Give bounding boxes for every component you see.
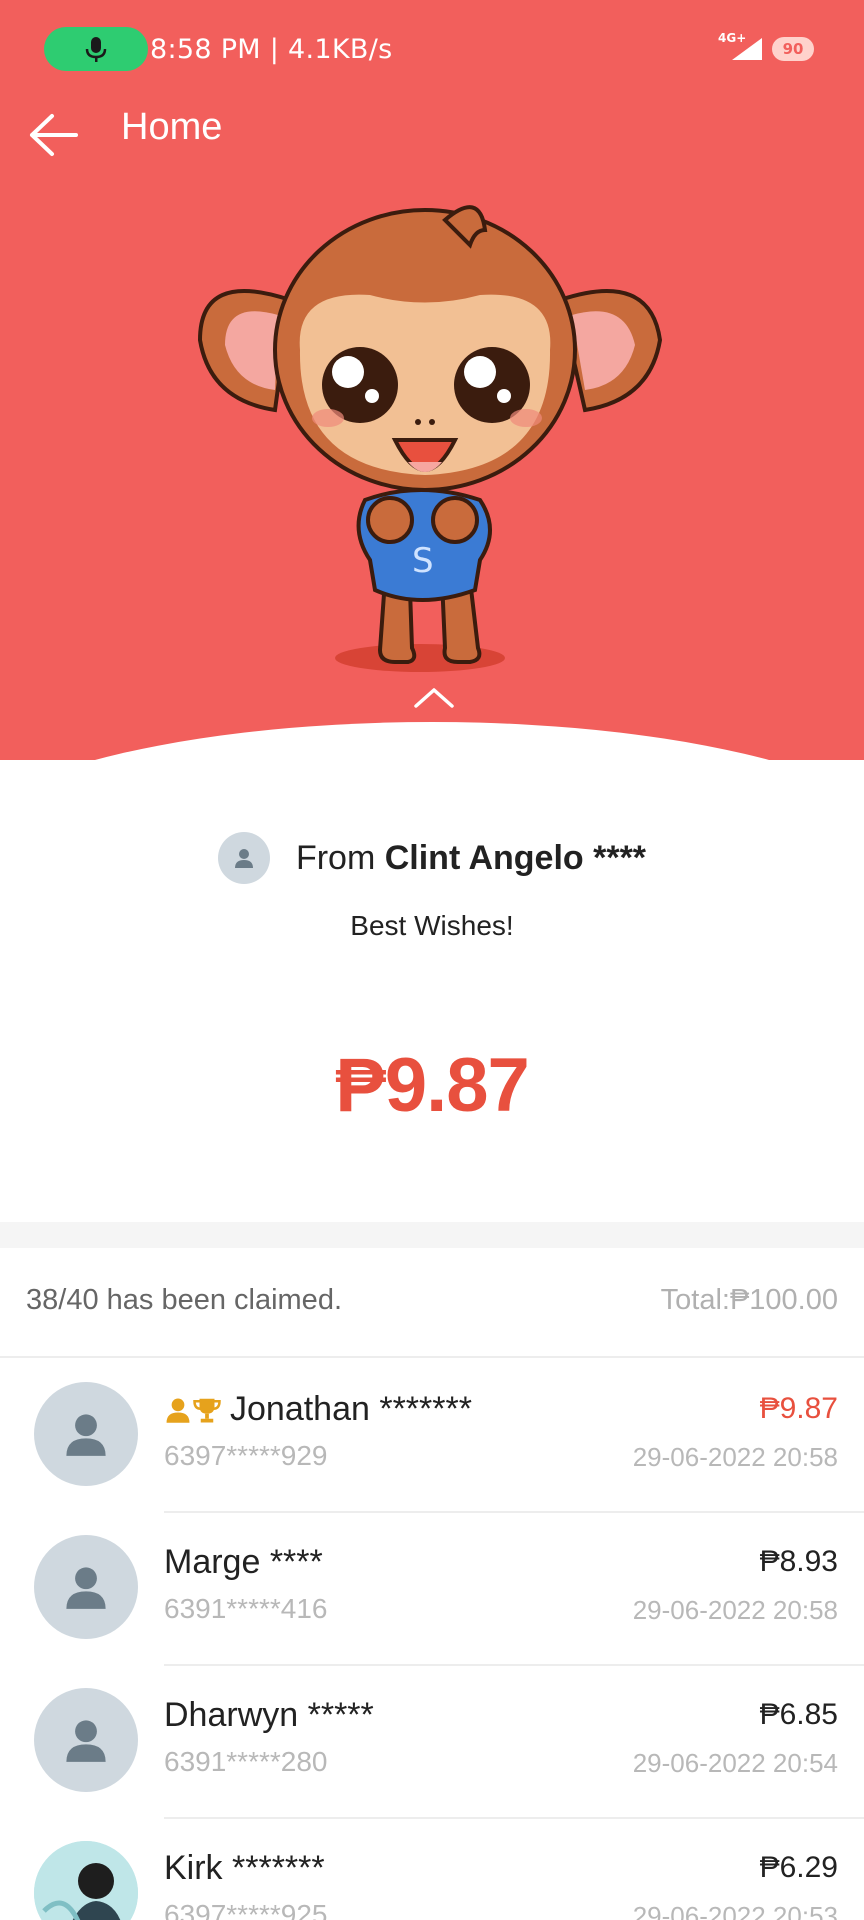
recipient-name: Marge **** <box>164 1543 323 1581</box>
status-bar: 8:58 PM | 4.1KB/s 4G+ 90 <box>0 0 864 100</box>
claim-total: Total:₱100.00 <box>660 1284 838 1316</box>
person-icon <box>66 1414 106 1456</box>
claim-time: 29-06-2022 20:54 <box>632 1748 838 1778</box>
avatar <box>34 1841 138 1920</box>
recipient-phone: 6397*****925 <box>164 1899 328 1920</box>
battery-icon: 90 <box>772 37 814 61</box>
microphone-indicator <box>44 27 148 71</box>
sender-label: From Clint Angelo **** <box>296 839 646 878</box>
photo-avatar-icon <box>34 1841 138 1920</box>
recipient-name: Jonathan ******* <box>230 1390 472 1428</box>
sender-name: Clint Angelo **** <box>384 838 647 877</box>
header-banner: 8:58 PM | 4.1KB/s 4G+ 90 Home S <box>0 0 864 760</box>
battery-level: 90 <box>782 40 804 58</box>
recipient-list: Jonathan ******* 6397*****929 ₱9.87 29-0… <box>0 1360 864 1920</box>
claim-time: 29-06-2022 20:58 <box>632 1595 838 1625</box>
trophy-icon <box>193 1398 221 1422</box>
luck-badges <box>164 1395 222 1425</box>
section-divider <box>0 1222 864 1248</box>
list-item[interactable]: Kirk ******* 6397*****925 ₱6.29 29-06-20… <box>0 1819 864 1920</box>
signal-icon <box>732 38 762 60</box>
sender-prefix: From <box>295 838 385 877</box>
claim-status: 38/40 has been claimed. <box>26 1284 342 1316</box>
monkey-mascot-illustration: S <box>197 205 663 672</box>
page-title: Home <box>121 106 223 148</box>
recipient-amount: ₱9.87 <box>759 1392 838 1425</box>
claim-time: 29-06-2022 20:58 <box>632 1442 838 1472</box>
status-time-speed: 8:58 PM | 4.1KB/s <box>150 34 393 65</box>
list-item[interactable]: Jonathan ******* 6397*****929 ₱9.87 29-0… <box>0 1360 864 1513</box>
person-icon <box>166 1398 190 1423</box>
recipient-amount: ₱8.93 <box>759 1545 838 1578</box>
recipient-amount: ₱6.29 <box>759 1851 838 1884</box>
avatar <box>34 1535 138 1639</box>
recipient-phone: 6391*****280 <box>164 1746 328 1777</box>
sender-avatar <box>217 832 270 884</box>
avatar <box>34 1382 138 1486</box>
person-icon <box>234 849 253 868</box>
received-amount: ₱9.87 <box>335 1043 530 1128</box>
recipient-phone: 6391*****416 <box>164 1593 328 1624</box>
back-arrow-icon[interactable] <box>26 110 80 160</box>
recipient-name-row: Jonathan ******* <box>164 1390 472 1429</box>
person-icon <box>66 1720 106 1762</box>
header-curve <box>0 722 864 760</box>
recipient-name: Kirk ******* <box>164 1849 325 1887</box>
list-item[interactable]: Marge **** 6391*****416 ₱8.93 29-06-2022… <box>0 1513 864 1666</box>
recipient-name: Dharwyn ***** <box>164 1696 374 1734</box>
recipient-phone: 6397*****929 <box>164 1440 328 1471</box>
recipient-amount: ₱6.85 <box>759 1698 838 1731</box>
microphone-icon <box>85 37 107 62</box>
avatar <box>34 1688 138 1792</box>
claim-time: 29-06-2022 20:53 <box>632 1901 838 1920</box>
list-item[interactable]: Dharwyn ***** 6391*****280 ₱6.85 29-06-2… <box>0 1666 864 1819</box>
person-icon <box>66 1567 106 1609</box>
sender-row: From Clint Angelo **** <box>0 830 864 886</box>
svg-text:S: S <box>412 541 434 581</box>
claim-summary: 38/40 has been claimed. Total:₱100.00 <box>0 1248 864 1358</box>
greeting-message: Best Wishes! <box>350 910 514 941</box>
chevron-up-icon[interactable] <box>412 684 456 712</box>
